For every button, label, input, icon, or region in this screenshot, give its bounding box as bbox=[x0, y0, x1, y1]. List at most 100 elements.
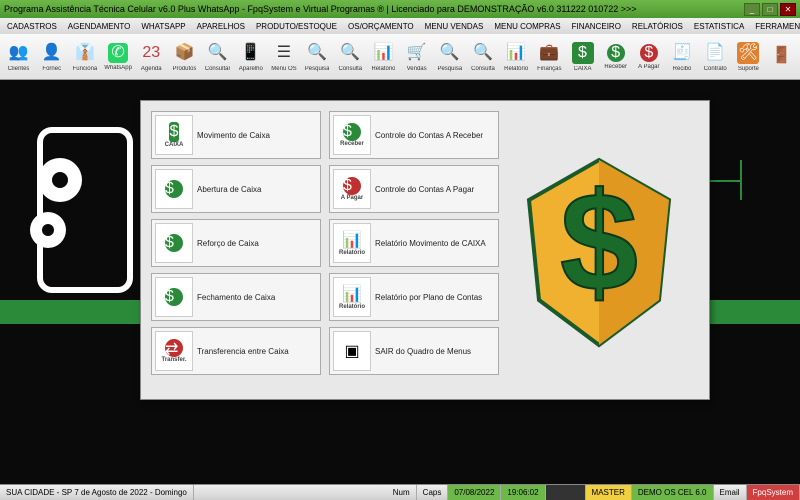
menu-ferramentas[interactable]: FERRAMENTAS bbox=[750, 21, 800, 32]
tool-label: Recibo bbox=[673, 66, 692, 72]
close-button[interactable]: ✕ bbox=[780, 3, 796, 16]
panel-btn-refor-o-de-caixa[interactable]: $Reforço de Caixa bbox=[151, 219, 321, 267]
panel-btn-controle-do-contas-a-pagar[interactable]: $A PagarControle do Contas A Pagar bbox=[329, 165, 499, 213]
produtos-icon: 📦 bbox=[173, 42, 195, 64]
menu-agendamento[interactable]: AGENDAMENTO bbox=[63, 21, 136, 32]
tool-caixa[interactable]: $CAIXA bbox=[566, 36, 599, 78]
panel-btn-icon: $ bbox=[155, 277, 193, 317]
finance-menu-panel: $CAIXAMovimento de Caixa$Abertura de Cai… bbox=[140, 100, 710, 400]
tool-consultar[interactable]: 🔍 Consultar bbox=[201, 36, 234, 78]
tool-vendas[interactable]: 🛒Vendas bbox=[400, 36, 433, 78]
minimize-button[interactable]: _ bbox=[744, 3, 760, 16]
consulta-icon: 🔍 bbox=[472, 42, 494, 64]
panel-btn-label: Relatório Movimento de CAIXA bbox=[375, 239, 495, 248]
tool-label: Fornec bbox=[42, 66, 61, 72]
tool-contrato[interactable]: 📄Contrato bbox=[699, 36, 732, 78]
agenda-icon: 23 bbox=[140, 42, 162, 64]
menu-os/orçamento[interactable]: OS/ORÇAMENTO bbox=[343, 21, 419, 32]
tool-aparelho[interactable]: 📱Aparelho bbox=[234, 36, 267, 78]
toolbar: 👥 Clientes 👤Fornec👔Funciona✆WhatsApp23Agen… bbox=[0, 34, 800, 80]
svg-text:$: $ bbox=[560, 163, 638, 320]
tool-label: Produtos bbox=[172, 66, 196, 72]
tool-label: Suporte bbox=[738, 66, 759, 72]
status-user: MASTER bbox=[586, 485, 632, 500]
panel-btn-icon: ▣ bbox=[333, 331, 371, 371]
tool-label: Menu OS bbox=[271, 66, 296, 72]
panel-btn-transferencia-entre-caixa[interactable]: ⇄Transfer. Transferencia entre Caixa bbox=[151, 327, 321, 375]
tool-label: Receber bbox=[604, 64, 627, 70]
caixa-icon: $ bbox=[572, 42, 594, 64]
panel-logo: $ bbox=[499, 111, 699, 389]
menu-relatórios[interactable]: RELATÓRIOS bbox=[627, 21, 688, 32]
tool-consulta[interactable]: 🔍Consulta bbox=[466, 36, 499, 78]
panel-btn-relat-rio-por-plano-de-contas[interactable]: 📊Relatório Relatório por Plano de Contas bbox=[329, 273, 499, 321]
menu-financeiro[interactable]: FINANCEIRO bbox=[567, 21, 626, 32]
phone-gears-icon bbox=[20, 120, 140, 300]
panel-btn-label: Abertura de Caixa bbox=[197, 185, 317, 194]
panel-btn-label: SAIR do Quadro de Menus bbox=[375, 347, 495, 356]
recibo-icon: 🧾 bbox=[671, 42, 693, 64]
menu-aparelhos[interactable]: APARELHOS bbox=[192, 21, 250, 32]
tool-label: Pesquisa bbox=[437, 66, 462, 72]
panel-btn-movimento-de-caixa[interactable]: $CAIXAMovimento de Caixa bbox=[151, 111, 321, 159]
menu-cadastros[interactable]: CADASTROS bbox=[2, 21, 62, 32]
tool-agenda[interactable]: 23Agenda bbox=[135, 36, 168, 78]
status-brand: FpqSystem bbox=[747, 485, 800, 500]
consultar-icon: 🔍 bbox=[207, 42, 229, 64]
tool-receber[interactable]: $Receber bbox=[599, 36, 632, 78]
tool-whatsapp[interactable]: ✆WhatsApp bbox=[102, 36, 135, 78]
tool-finanças[interactable]: 💼Finanças bbox=[533, 36, 566, 78]
tool-menu os[interactable]: ☰Menu OS bbox=[267, 36, 300, 78]
tool-label: Consultar bbox=[205, 66, 231, 72]
panel-btn-icon: $CAIXA bbox=[155, 115, 193, 155]
tool-pesquisa[interactable]: 🔍Pesquisa bbox=[301, 36, 334, 78]
exit-icon: 🚪 bbox=[771, 45, 793, 67]
pesquisa-icon: 🔍 bbox=[306, 42, 328, 64]
panel-btn-abertura-de-caixa[interactable]: $Abertura de Caixa bbox=[151, 165, 321, 213]
tool-label: Finanças bbox=[537, 66, 561, 72]
tool-fornec[interactable]: 👤Fornec bbox=[35, 36, 68, 78]
panel-btn-label: Transferencia entre Caixa bbox=[197, 347, 317, 356]
tool-label: Clientes bbox=[8, 66, 30, 72]
menu-estatistica[interactable]: ESTATISTICA bbox=[689, 21, 749, 32]
tool-funciona[interactable]: 👔Funciona bbox=[68, 36, 101, 78]
status-date: 07/08/2022 bbox=[448, 485, 501, 500]
dollar-shield-icon: $ bbox=[514, 150, 684, 350]
whatsapp-icon: ✆ bbox=[108, 43, 128, 63]
tool-relatório[interactable]: 📊Relatório bbox=[500, 36, 533, 78]
consulta-icon: 🔍 bbox=[339, 42, 361, 64]
tool-label: Aparelho bbox=[239, 66, 263, 72]
tool-exit[interactable]: 🚪 bbox=[765, 36, 798, 78]
tool-label: Consulta bbox=[338, 66, 362, 72]
tool-a pagar[interactable]: $A Pagar bbox=[632, 36, 665, 78]
status-email[interactable]: Email bbox=[714, 485, 747, 500]
menu-bar: CADASTROSAGENDAMENTOWHATSAPPAPARELHOSPRO… bbox=[0, 18, 800, 34]
tool-recibo[interactable]: 🧾 Recibo bbox=[665, 36, 698, 78]
menu-whatsapp[interactable]: WHATSAPP bbox=[136, 21, 190, 32]
status-time: 19:06:02 bbox=[501, 485, 545, 500]
tool-pesquisa[interactable]: 🔍 Pesquisa bbox=[433, 36, 466, 78]
panel-btn-controle-do-contas-a-receber[interactable]: $ReceberControle do Contas A Receber bbox=[329, 111, 499, 159]
tool-produtos[interactable]: 📦 Produtos bbox=[168, 36, 201, 78]
menu-menu compras[interactable]: MENU COMPRAS bbox=[489, 21, 565, 32]
maximize-button[interactable]: □ bbox=[762, 3, 778, 16]
tool-label: Vendas bbox=[407, 66, 427, 72]
status-numlock: Num bbox=[387, 485, 417, 500]
tool-suporte[interactable]: 🛠 Suporte bbox=[732, 36, 765, 78]
tool-relatório[interactable]: 📊Relatório bbox=[367, 36, 400, 78]
suporte-icon: 🛠 bbox=[737, 42, 759, 64]
pesquisa-icon: 🔍 bbox=[439, 42, 461, 64]
tool-consulta[interactable]: 🔍 Consulta bbox=[334, 36, 367, 78]
menu-produto/estoque[interactable]: PRODUTO/ESTOQUE bbox=[251, 21, 342, 32]
tool-clientes[interactable]: 👥 Clientes bbox=[2, 36, 35, 78]
panel-btn-sair-do-quadro-de-menus[interactable]: ▣ SAIR do Quadro de Menus bbox=[329, 327, 499, 375]
status-date-long: SUA CIDADE - SP 7 de Agosto de 2022 - Do… bbox=[0, 485, 194, 500]
panel-btn-fechamento-de-caixa[interactable]: $Fechamento de Caixa bbox=[151, 273, 321, 321]
panel-btn-label: Relatório por Plano de Contas bbox=[375, 293, 495, 302]
panel-btn-icon: ⇄Transfer. bbox=[155, 331, 193, 371]
panel-btn-icon: 📊Relatório bbox=[333, 277, 371, 317]
panel-btn-relat-rio-movimento-de-caixa[interactable]: 📊RelatórioRelatório Movimento de CAIXA bbox=[329, 219, 499, 267]
status-license: DEMO OS CEL 6.0 bbox=[632, 485, 714, 500]
clientes-icon: 👥 bbox=[8, 42, 30, 64]
menu-menu vendas[interactable]: MENU VENDAS bbox=[420, 21, 489, 32]
